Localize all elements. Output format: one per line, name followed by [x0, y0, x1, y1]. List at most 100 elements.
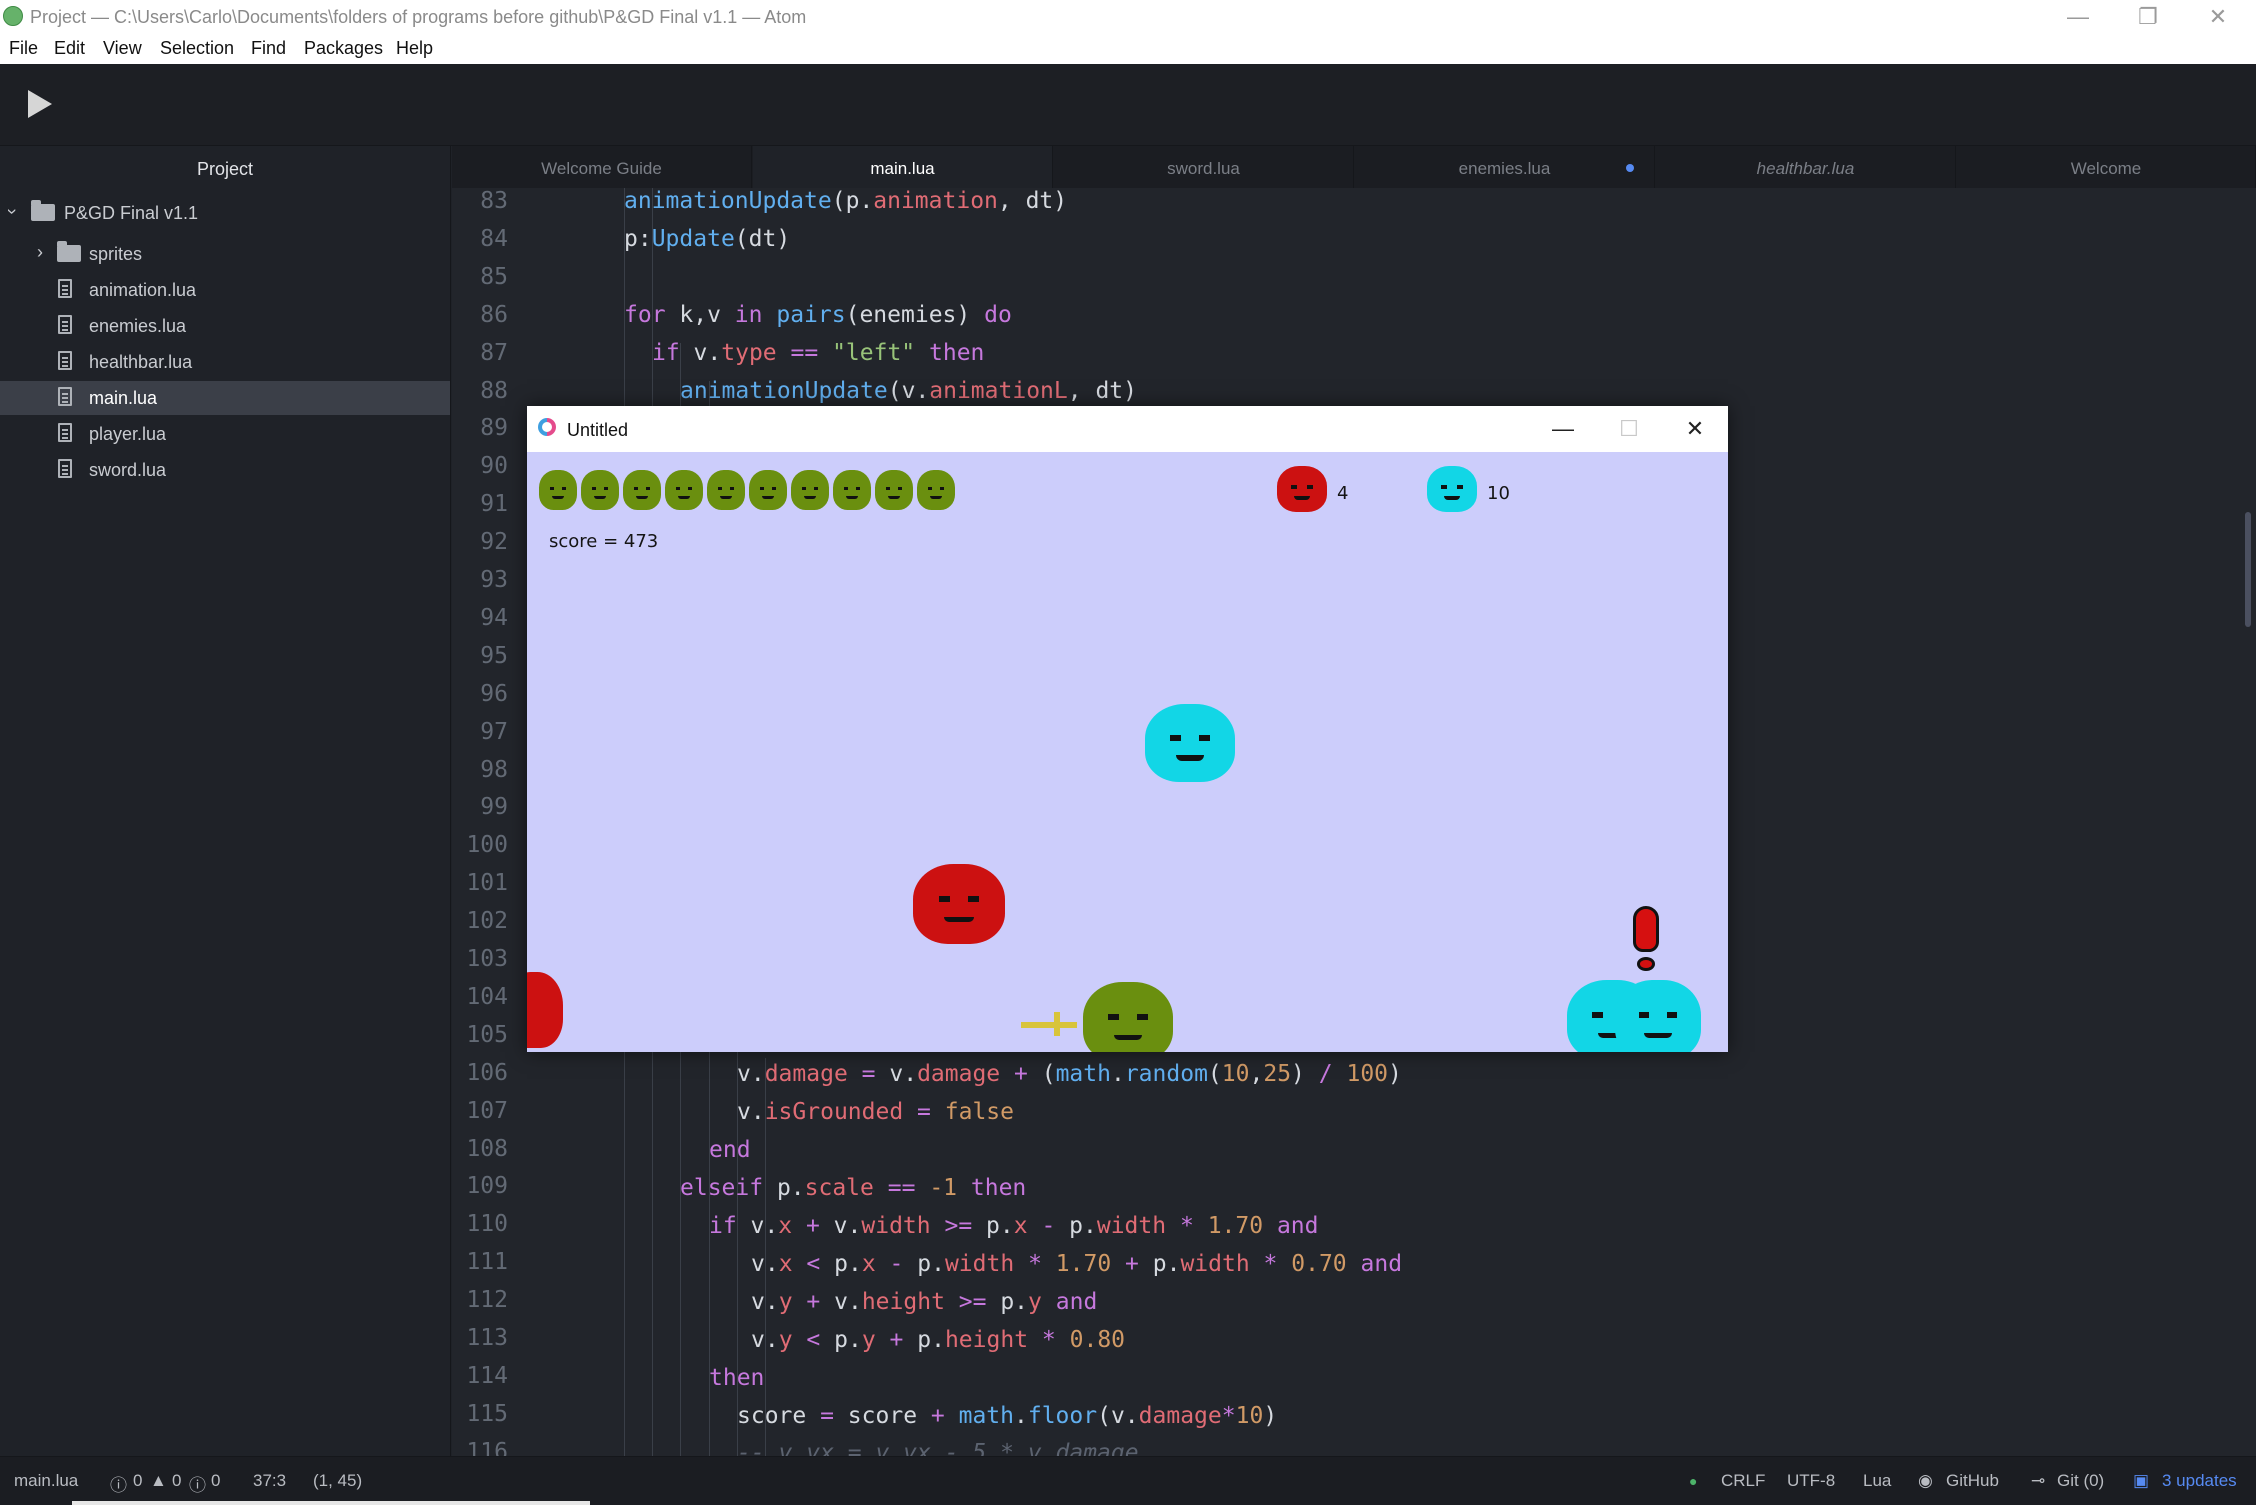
status-warnings[interactable]: 0: [172, 1471, 181, 1491]
status-cursor[interactable]: 37:3: [253, 1471, 286, 1491]
menu-packages[interactable]: Packages: [304, 38, 383, 59]
code-line-111: v.x < p.x - p.width * 1.70 + p.width * 0…: [751, 1251, 1403, 1277]
tree-file-animation[interactable]: animation.lua: [0, 273, 450, 307]
line-number: 85: [480, 263, 508, 290]
tree-file-sword[interactable]: sword.lua: [0, 453, 450, 487]
file-icon: [58, 387, 72, 406]
alert-exclamation-dot: [1637, 957, 1655, 971]
tree-root-folder[interactable]: › P&GD Final v1.1: [0, 196, 450, 230]
menu-selection[interactable]: Selection: [160, 38, 234, 59]
tab-healthbar-lua[interactable]: healthbar.lua: [1656, 146, 1956, 188]
tree-file-player[interactable]: player.lua: [0, 417, 450, 451]
code-line-107: v.isGrounded = false: [737, 1099, 1015, 1125]
menu-file[interactable]: File: [9, 38, 38, 59]
tab-main-lua[interactable]: main.lua: [753, 146, 1053, 188]
status-errors[interactable]: 0: [133, 1471, 142, 1491]
code-line-106: v.damage = v.damage + (math.random(10,25…: [737, 1061, 1402, 1087]
life-icon: [623, 470, 661, 510]
menu-edit[interactable]: Edit: [54, 38, 85, 59]
menu-help[interactable]: Help: [396, 38, 433, 59]
game-maximize-button[interactable]: ☐: [1596, 406, 1662, 452]
tree-folder-sprites[interactable]: › sprites: [0, 237, 450, 271]
line-number: 101: [466, 870, 508, 897]
info-icon: ⓘ: [189, 1476, 206, 1495]
red-enemy: [913, 864, 1005, 944]
line-number: 104: [466, 983, 508, 1010]
tree-file-label: enemies.lua: [89, 316, 187, 336]
github-icon: ◉: [1918, 1471, 1933, 1490]
status-infos[interactable]: 0: [211, 1471, 220, 1491]
tab-welcome-guide[interactable]: Welcome Guide: [452, 146, 752, 188]
life-icon: [581, 470, 619, 510]
red-enemy-counter-icon: [1277, 466, 1327, 512]
life-icon: [833, 470, 871, 510]
status-encoding[interactable]: UTF-8: [1787, 1471, 1835, 1491]
code-line-83: animationUpdate(p.animation, dt): [624, 188, 1068, 214]
warning-icon: ▲: [150, 1471, 167, 1490]
status-git[interactable]: Git (0): [2057, 1471, 2104, 1491]
tab-label: Welcome: [2070, 159, 2142, 178]
status-github[interactable]: GitHub: [1946, 1471, 1999, 1491]
tab-label: healthbar.lua: [1756, 159, 1855, 178]
tree-header: Project: [196, 159, 254, 179]
line-number: 96: [480, 680, 508, 707]
status-updates[interactable]: 3 updates: [2162, 1471, 2237, 1491]
cyan-enemy: [1145, 704, 1235, 782]
play-icon[interactable]: [28, 90, 52, 118]
chevron-right-icon: ›: [37, 242, 43, 262]
cyan-enemy-count: 10: [1487, 483, 1510, 504]
code-line-86: for k,v in pairs(enemies) do: [624, 302, 1012, 328]
game-minimize-button[interactable]: —: [1530, 406, 1596, 452]
tree-file-enemies[interactable]: enemies.lua: [0, 309, 450, 343]
status-file[interactable]: main.lua: [14, 1471, 78, 1491]
restore-button[interactable]: ❐: [2113, 0, 2183, 34]
folder-icon: [31, 200, 55, 221]
game-close-button[interactable]: ✕: [1662, 406, 1728, 452]
red-enemy-count: 4: [1337, 483, 1349, 504]
menu-find[interactable]: Find: [251, 38, 286, 59]
line-number: 100: [466, 832, 508, 859]
alert-exclamation-icon: [1633, 906, 1659, 952]
menu-bar: File Edit View Selection Find Packages H…: [0, 34, 2256, 65]
line-number: 98: [480, 756, 508, 783]
code-line-109: elseif p.scale == -1 then: [680, 1175, 1027, 1201]
close-button[interactable]: ✕: [2183, 0, 2253, 34]
tree-file-label: player.lua: [89, 424, 167, 444]
toolbar: [0, 64, 2256, 146]
game-window-title: Untitled: [567, 420, 629, 440]
game-window[interactable]: Untitled — ☐ ✕ 4 10 score = 473: [527, 406, 1728, 1052]
code-line-112: v.y + v.height >= p.y and: [751, 1289, 1098, 1315]
file-icon: [58, 351, 72, 370]
line-number: 115: [466, 1400, 508, 1427]
tree-file-main[interactable]: main.lua: [0, 381, 450, 415]
player-character: [1083, 982, 1173, 1052]
status-selection[interactable]: (1, 45): [313, 1471, 362, 1491]
line-number: 97: [480, 718, 508, 745]
status-grammar[interactable]: Lua: [1863, 1471, 1891, 1491]
minimize-button[interactable]: —: [2043, 0, 2113, 34]
status-line-ending[interactable]: CRLF: [1721, 1471, 1765, 1491]
line-number: 114: [466, 1362, 508, 1389]
tab-sword-lua[interactable]: sword.lua: [1054, 146, 1354, 188]
game-canvas[interactable]: 4 10 score = 473: [527, 452, 1728, 1052]
tab-welcome[interactable]: Welcome: [1957, 146, 2256, 188]
tab-bar: Welcome Guide main.lua sword.lua enemies…: [452, 146, 2256, 188]
tab-label: Welcome Guide: [541, 159, 662, 178]
tab-enemies-lua[interactable]: enemies.lua: [1355, 146, 1655, 188]
score-text: score = 473: [549, 531, 659, 552]
tree-file-label: sword.lua: [89, 460, 167, 480]
status-progress-bar: [72, 1501, 590, 1505]
line-number: 109: [466, 1173, 508, 1200]
game-window-titlebar[interactable]: Untitled — ☐ ✕: [527, 406, 1728, 452]
code-line-116: -- v.vx = v.vx - 5 * v.damage: [737, 1440, 1139, 1456]
package-icon: ▣: [2133, 1471, 2150, 1490]
folder-icon: [57, 241, 81, 262]
code-line-87: if v.type == "left" then: [652, 340, 985, 366]
line-number: 102: [466, 908, 508, 935]
tree-file-healthbar[interactable]: healthbar.lua: [0, 345, 450, 379]
editor-scrollbar[interactable]: [2245, 512, 2251, 627]
tree-file-label: main.lua: [89, 388, 158, 408]
menu-view[interactable]: View: [103, 38, 142, 59]
atom-app-icon: [3, 6, 23, 26]
line-number: 84: [480, 225, 508, 252]
